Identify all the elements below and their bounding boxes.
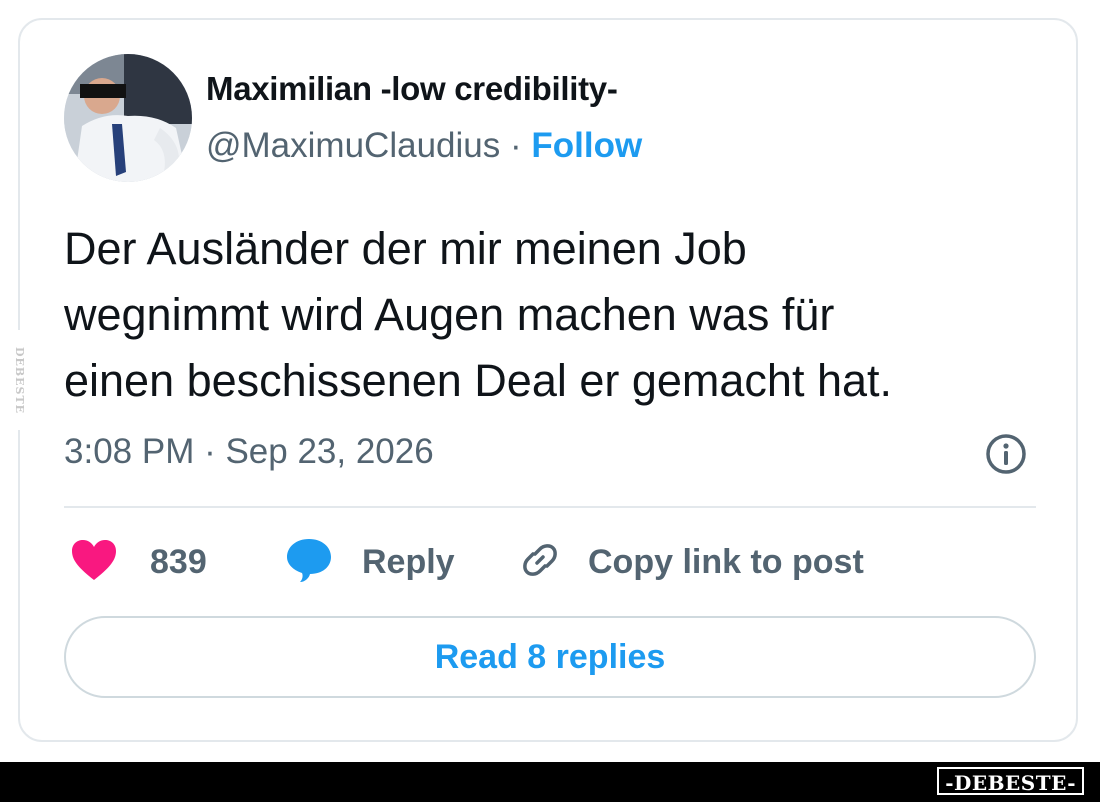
separator-dot: · [509,126,522,165]
tweet-card: Maximilian -low credibility- @MaximuClau… [18,18,1078,742]
reply-button[interactable]: Reply [284,536,455,588]
avatar[interactable] [64,54,192,182]
copy-link-label: Copy link to post [588,542,864,581]
side-watermark-text: DEBESTE [13,346,27,414]
like-button[interactable]: 839 [70,536,207,588]
tweet-text-line: einen beschissenen Deal er gemacht hat. [64,355,893,406]
heart-icon [70,538,118,587]
like-count: 839 [150,542,207,581]
tweet-text: Der Ausländer der mir meinen Job wegnimm… [64,216,1054,414]
author-name[interactable]: Maximilian -low credibility- [206,70,618,108]
info-icon[interactable] [984,432,1028,476]
speech-bubble-icon [284,536,334,589]
bottom-bar: -DEBESTE- [0,762,1100,802]
avatar-image [64,54,192,182]
side-watermark: DEBESTE [8,330,32,430]
follow-button[interactable]: Follow [531,126,642,165]
link-icon [516,536,564,589]
reply-label: Reply [362,542,455,581]
read-replies-button[interactable]: Read 8 replies [64,616,1036,698]
author-handle[interactable]: @MaximuClaudius [206,126,500,165]
author-handle-row: @MaximuClaudius · Follow [206,126,642,166]
tweet-text-line: wegnimmt wird Augen machen was für [64,289,835,340]
page: Maximilian -low credibility- @MaximuClau… [0,0,1100,802]
copy-link-button[interactable]: Copy link to post [516,536,864,588]
bottom-watermark-logo: -DEBESTE- [937,767,1084,795]
tweet-text-line: Der Ausländer der mir meinen Job [64,223,747,274]
tweet-timestamp[interactable]: 3:08 PM · Sep 23, 2026 [64,432,434,472]
divider [64,506,1036,508]
